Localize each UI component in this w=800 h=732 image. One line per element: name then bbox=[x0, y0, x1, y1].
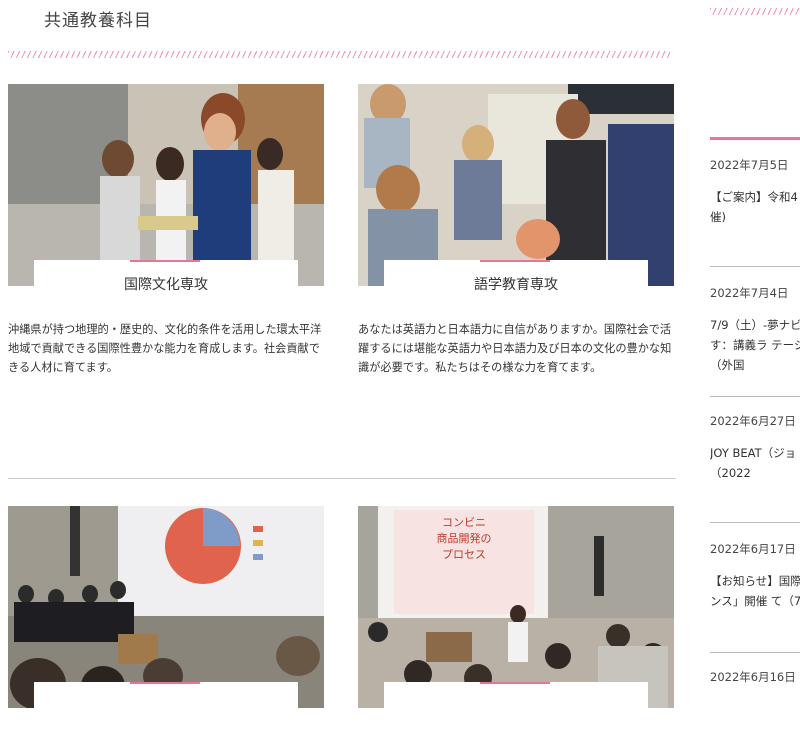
intl-culture-photo[interactable] bbox=[8, 84, 324, 286]
section-title: 共通教養科目 bbox=[44, 11, 152, 31]
news-hatch-divider bbox=[710, 8, 800, 15]
svg-text:コンビニ: コンビニ bbox=[442, 516, 486, 529]
news-item[interactable]: 2022年6月17日 【お知らせ】国際 ガイダンス」開催 て（7/9） bbox=[710, 541, 800, 611]
news-date: 2022年6月16日 bbox=[710, 670, 796, 684]
intl-culture-label[interactable]: 国際文化専攻 bbox=[34, 260, 298, 310]
news-date: 2022年6月17日 bbox=[710, 542, 796, 556]
news-separator bbox=[710, 266, 800, 267]
intl-culture-description: 沖縄県が持つ地理的・歴史的、文化的条件を活用した環太平洋地域で貢献できる国際性豊… bbox=[8, 323, 322, 374]
news-separator bbox=[710, 396, 800, 397]
product-development-photo[interactable]: コンビニ 商品開発の プロセス bbox=[358, 506, 674, 708]
news-date: 2022年6月27日 bbox=[710, 414, 796, 428]
news-title[interactable]: 7/9（土）-夢ナビ 加します：講義ラ テーション（外国 bbox=[710, 315, 800, 375]
news-date: 2022年7月4日 bbox=[710, 286, 789, 300]
news-title[interactable]: JOY BEAT（ジョ ジュール （2022 bbox=[710, 443, 800, 483]
lecture-photo[interactable] bbox=[8, 506, 324, 708]
news-item[interactable]: 2022年7月4日 7/9（土）-夢ナビ 加します：講義ラ テーション（外国 bbox=[710, 285, 800, 375]
section-divider bbox=[8, 478, 676, 479]
language-education-photo[interactable] bbox=[358, 84, 674, 286]
card-3-label[interactable] bbox=[34, 682, 298, 732]
news-title[interactable]: 【お知らせ】国際 ガイダンス」開催 て（7/9） bbox=[710, 571, 800, 611]
news-item[interactable]: 2022年6月16日 bbox=[710, 669, 800, 685]
language-education-label[interactable]: 語学教育専攻 bbox=[384, 260, 648, 310]
svg-text:商品開発の: 商品開発の bbox=[437, 531, 492, 545]
news-accent-bar bbox=[710, 137, 800, 140]
title-hatch-divider bbox=[8, 51, 670, 58]
news-title[interactable]: 【ご案内】令和4 (7/20開催) bbox=[710, 187, 800, 227]
language-education-description: あなたは英語力と日本語力に自信がありますか。国際社会で活躍するには堪能な英語力や… bbox=[358, 323, 672, 374]
news-separator bbox=[710, 652, 800, 653]
news-item[interactable]: 2022年7月5日 【ご案内】令和4 (7/20開催) bbox=[710, 157, 800, 227]
news-item[interactable]: 2022年6月27日 JOY BEAT（ジョ ジュール （2022 bbox=[710, 413, 800, 483]
news-date: 2022年7月5日 bbox=[710, 158, 789, 172]
news-separator bbox=[710, 522, 800, 523]
card-4-label[interactable] bbox=[384, 682, 648, 732]
svg-text:プロセス: プロセス bbox=[442, 548, 486, 561]
